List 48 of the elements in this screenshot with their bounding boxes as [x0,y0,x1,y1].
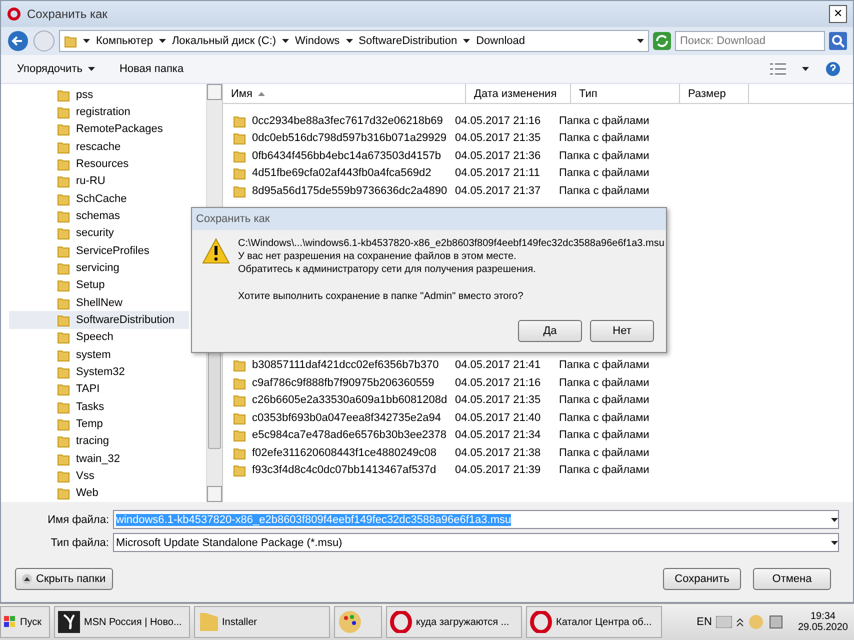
file-name: e5c984ca7e478ad6e6576b30b3ee2378 [252,429,447,442]
type-cell-text: Папка с файлами [558,150,650,162]
type-cell-text: Папка с файлами [558,446,650,459]
type-cell-text: Папка с файлами [558,464,650,476]
type-cell-text: Папка с файлами [558,167,650,180]
date-cell-text: 04.05.2017 21:40 [454,412,542,424]
dialog-question: Хотите выполнить сохранение в папке "Admin" вместо этого? [238,291,524,302]
date-cell-text: 04.05.2017 21:16 [454,376,542,389]
file-name: 0fb6434f456bb4ebc14a673503d4157b [252,150,442,162]
date-cell-text: 04.05.2017 21:39 [454,464,542,476]
clock-time: 19:34 [810,611,836,622]
file-name: 8d95a56d175de559b9736636dc2a4890 [252,184,448,197]
date-cell-text: 04.05.2017 21:11 [454,167,541,180]
file-type-value: Microsoft Update Standalone Package (*.msu) [116,536,342,548]
type-cell-text: Папка с файлами [558,394,650,406]
date-cell-text: 04.05.2017 21:36 [454,150,542,162]
file-name: c9af786c9f888fb7f90975b206360559 [252,376,434,389]
file-name: f02efe311620608443f1ce4880249c08 [252,446,437,459]
file-name: f93c3f4d8c4c0dc07bb1413467af537d [252,464,436,476]
dialog-message: Обратитесь к администратору сети для получения разрешения. [238,264,537,275]
file-name: 4d51fbe69cfa02af443fb0a4fca569d2 [252,167,432,180]
type-cell-text: Папка с файлами [558,429,650,442]
date-cell-text: 04.05.2017 21:38 [454,446,542,459]
date-cell-text: 04.05.2017 21:34 [454,429,542,442]
type-cell-text: Папка с файлами [558,376,650,389]
dialog-message: У вас нет разрешения на сохранение файлов в этом месте. [238,251,518,262]
date-cell-text: 04.05.2017 21:35 [454,394,542,406]
date-cell-text: 04.05.2017 21:37 [454,184,542,197]
type-cell-text: Папка с файлами [558,132,650,144]
window-title: Сохранить как [27,7,108,21]
clock-date: 29.05.2020 [798,622,848,633]
field-label: Тип файла: [50,536,109,548]
file-name: c0353bf693b0a047eea8f342735e2a94 [252,412,442,424]
type-cell-text: Папка с файлами [558,114,650,127]
date-cell-text: 04.05.2017 21:35 [454,132,542,144]
type-cell-text: Папка с файлами [558,412,650,424]
type-cell-text: Папка с файлами [558,359,650,372]
field-label: Имя файла: [46,514,109,526]
file-name-value: windows6.1-kb4537820-x86_e2b8603f809f4eebf149fec32dc3588a96e6f1a3.msu [116,514,512,526]
type-cell-text: Папка с файлами [558,184,650,197]
date-cell-text: 04.05.2017 21:16 [454,114,542,127]
file-name: c26b6605e2a33530a609a1bb6081208d [252,394,448,406]
dialog-path: C:\Windows\...\windows6.1-kb4537820-x86_e2b8603f809f4eebf149fec32dc3588a96e6f1a3.msu [238,238,664,249]
dialog-title: Сохранить как [192,208,666,230]
file-name: b30857111daf421dcc02ef6356b7b370 [252,359,439,372]
file-name: 0dc0eb516dc798d597b316b071a29929 [252,132,447,144]
date-cell-text: 04.05.2017 21:41 [454,359,542,372]
file-name: 0cc2934be88a3fec7617d32e06218b69 [252,114,443,127]
